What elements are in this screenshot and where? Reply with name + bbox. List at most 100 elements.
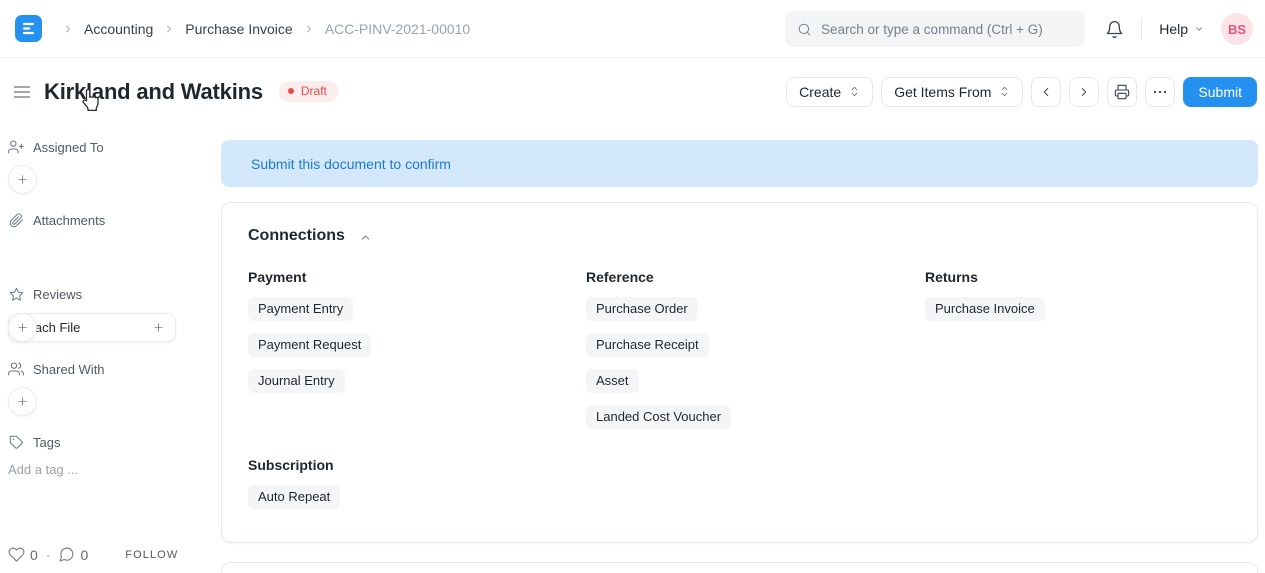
shared-with-section: Shared With	[8, 361, 105, 377]
chevron-left-icon	[1039, 85, 1053, 99]
search-icon	[797, 22, 812, 37]
erpnext-app: Accounting Purchase Invoice ACC-PINV-202…	[0, 0, 1265, 573]
group-label: Subscription	[248, 457, 1231, 473]
page-actions: Create Get Items From	[786, 77, 1257, 107]
get-items-from-button[interactable]: Get Items From	[881, 77, 1023, 107]
create-button-label: Create	[799, 84, 841, 100]
assigned-to-section: Assigned To	[8, 139, 104, 155]
attachments-header: Attachments	[8, 213, 105, 228]
connection-link[interactable]: Purchase Receipt	[586, 333, 709, 357]
tags-section: Tags Add a tag ...	[8, 435, 60, 450]
more-options-button[interactable]	[1145, 77, 1175, 107]
connections-header: Connections	[248, 227, 1231, 245]
alert-banner: Submit this document to confirm	[221, 140, 1258, 187]
dot-separator: ·	[46, 547, 51, 563]
bell-icon	[1105, 20, 1124, 39]
tags-label: Tags	[33, 435, 60, 450]
print-button[interactable]	[1107, 77, 1137, 107]
ellipsis-icon	[1152, 84, 1168, 100]
follow-button[interactable]: FOLLOW	[125, 549, 178, 561]
user-avatar[interactable]: BS	[1221, 13, 1253, 45]
connection-link[interactable]: Payment Request	[248, 333, 371, 357]
like-button[interactable]	[8, 546, 25, 563]
page-title[interactable]: Kirkland and Watkins	[44, 79, 263, 105]
status-label: Draft	[301, 84, 327, 98]
connection-link[interactable]: Landed Cost Voucher	[586, 405, 731, 429]
group-label: Payment	[248, 269, 586, 285]
comment-icon	[58, 546, 75, 563]
connection-link[interactable]: Asset	[586, 369, 639, 393]
status-dot	[288, 88, 294, 94]
reviews-header: Reviews	[8, 287, 82, 302]
add-review-button[interactable]	[8, 313, 37, 342]
hamburger-icon	[12, 82, 32, 102]
assigned-to-label: Assigned To	[33, 140, 104, 155]
star-icon	[8, 287, 24, 302]
plus-icon	[16, 321, 29, 334]
paperclip-icon	[8, 213, 24, 228]
next-section-card	[221, 562, 1258, 573]
notifications-button[interactable]	[1105, 20, 1124, 39]
group-label: Reference	[586, 269, 925, 285]
chevron-right-icon	[1077, 85, 1091, 99]
group-reference: Reference Purchase Order Purchase Receipt…	[586, 269, 925, 441]
reviews-label: Reviews	[33, 287, 82, 302]
tags-header: Tags	[8, 435, 60, 450]
attachments-label: Attachments	[33, 213, 105, 228]
tag-input[interactable]: Add a tag ...	[8, 462, 78, 477]
connections-card: Connections Payment Payment EntryPayment…	[221, 202, 1258, 543]
connection-link[interactable]: Payment Entry	[248, 297, 353, 321]
breadcrumb-separator	[62, 23, 74, 35]
connection-link[interactable]: Auto Repeat	[248, 485, 340, 509]
next-document-button[interactable]	[1069, 77, 1099, 107]
help-label: Help	[1159, 21, 1188, 37]
search-input[interactable]: Search or type a command (Ctrl + G)	[785, 11, 1085, 47]
share-button[interactable]	[8, 387, 37, 416]
reviews-section: Reviews	[8, 287, 82, 302]
breadcrumb-separator	[163, 23, 175, 35]
group-subscription: Subscription Auto Repeat	[248, 457, 1231, 509]
tag-icon	[8, 435, 24, 450]
select-caret-icon	[849, 85, 860, 98]
previous-document-button[interactable]	[1031, 77, 1061, 107]
select-caret-icon	[999, 85, 1010, 98]
submit-document-link[interactable]: Submit this document to confirm	[251, 156, 451, 172]
sidebar-footer: 0 · 0 FOLLOW	[8, 546, 178, 563]
attachments-section: Attachments Attach File	[8, 213, 105, 228]
create-button[interactable]: Create	[786, 77, 873, 107]
app-logo[interactable]	[15, 15, 42, 42]
search-placeholder: Search or type a command (Ctrl + G)	[821, 22, 1043, 37]
submit-button[interactable]: Submit	[1183, 77, 1257, 107]
breadcrumb: Accounting Purchase Invoice ACC-PINV-202…	[62, 21, 470, 37]
printer-icon	[1114, 84, 1130, 100]
assigned-to-header: Assigned To	[8, 139, 104, 155]
breadcrumb-item-accounting[interactable]: Accounting	[84, 21, 153, 37]
user-plus-icon	[8, 139, 24, 155]
breadcrumb-separator	[303, 23, 315, 35]
connections-groups: Payment Payment Entry Payment Request Jour…	[248, 269, 1231, 441]
group-links: Purchase Order Purchase Receipt Asset Lande…	[586, 297, 925, 429]
comments-button[interactable]	[58, 546, 75, 563]
group-links: Purchase Invoice	[925, 297, 1231, 321]
breadcrumb-item-purchase-invoice[interactable]: Purchase Invoice	[185, 21, 292, 37]
group-returns: Returns Purchase Invoice	[925, 269, 1231, 441]
help-menu[interactable]: Help	[1159, 21, 1204, 37]
group-payment: Payment Payment Entry Payment Request Jour…	[248, 269, 586, 441]
connection-link[interactable]: Purchase Order	[586, 297, 698, 321]
sidebar-toggle-button[interactable]	[8, 78, 36, 106]
page-head: Kirkland and Watkins Draft Create Get It…	[0, 58, 1265, 125]
comment-count: 0	[80, 547, 88, 563]
shared-with-header: Shared With	[8, 361, 105, 377]
like-count: 0	[30, 547, 38, 563]
connection-link[interactable]: Purchase Invoice	[925, 297, 1045, 321]
main-content: Submit this document to confirm Connecti…	[221, 140, 1258, 573]
plus-icon	[16, 173, 29, 186]
collapse-section-button[interactable]	[359, 229, 372, 244]
shared-with-label: Shared With	[33, 362, 105, 377]
connection-link[interactable]: Journal Entry	[248, 369, 345, 393]
add-assignment-button[interactable]	[8, 165, 37, 194]
get-items-from-label: Get Items From	[894, 84, 991, 100]
breadcrumb-item-document-id: ACC-PINV-2021-00010	[325, 21, 471, 37]
erpnext-logo-icon	[21, 21, 36, 36]
status-badge: Draft	[279, 81, 338, 102]
